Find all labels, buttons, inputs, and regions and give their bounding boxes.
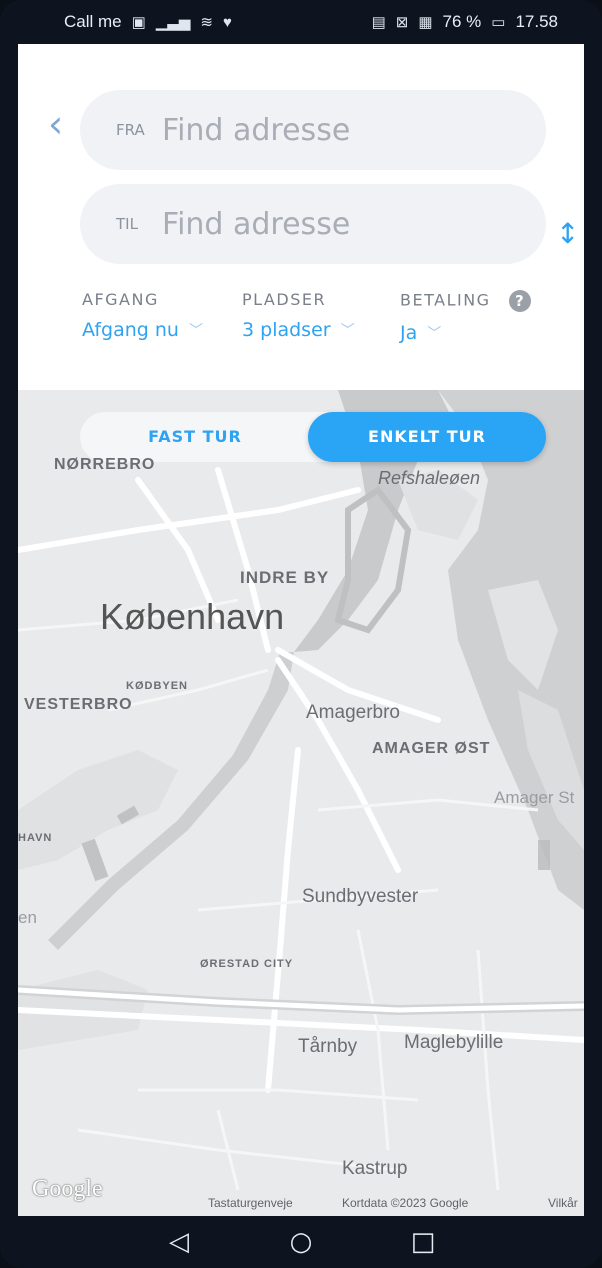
search-panel: ‹ FRA TIL ↕ AFGANG Afgang nu ﹀ [18, 44, 584, 390]
payment-label: BETALING [400, 290, 491, 310]
seats-option[interactable]: PLADSER 3 pladser ﹀ [242, 290, 355, 341]
departure-label: AFGANG [82, 290, 159, 309]
departure-option[interactable]: AFGANG Afgang nu ﹀ [82, 290, 203, 341]
chevron-down-icon: ﹀ [188, 323, 203, 339]
volte-icon: ▦ [418, 14, 433, 31]
back-chevron-icon[interactable]: ‹ [48, 104, 78, 144]
nav-recents-icon[interactable]: □ [408, 1227, 438, 1257]
trip-options: AFGANG Afgang nu ﹀ PLADSER 3 pladser ﹀ B… [82, 290, 552, 360]
nfc-icon: ▤ [371, 14, 386, 31]
payment-value[interactable]: Ja [400, 322, 417, 344]
map-label-norrebro: NØRREBRO [54, 456, 156, 473]
map-label-havn: HAVN [18, 832, 53, 844]
keyboard-shortcuts-link[interactable]: Tastaturgenveje [208, 1196, 293, 1210]
to-tag: TIL [116, 215, 138, 233]
map-label-kastrup: Kastrup [342, 1158, 408, 1179]
from-tag: FRA [116, 121, 145, 139]
battery-percent: 76 % [442, 12, 482, 31]
status-bar: Call me ▣ ▁▃▅ ≋ ♥ ▤ ⊠ ▦ 76 % ▭ 17.58 [18, 0, 584, 44]
wifi-icon: ≋ [200, 14, 213, 31]
swap-addresses-icon[interactable]: ↕ [556, 214, 579, 254]
from-address-field[interactable]: FRA [80, 90, 546, 170]
seats-value[interactable]: 3 pladser [242, 319, 331, 341]
map-label-indre-by: INDRE BY [240, 568, 330, 587]
map-data-attribution: Kortdata ©2023 Google [342, 1196, 469, 1210]
seats-label: PLADSER [242, 290, 327, 309]
tab-fast-tur[interactable]: FAST TUR [80, 412, 310, 462]
help-icon[interactable]: ? [509, 290, 532, 312]
map-label-kobenhavn: København [100, 596, 285, 637]
nav-back-icon[interactable]: ◁ [164, 1227, 194, 1257]
message-icon: ▣ [131, 14, 146, 31]
carrier-name: Call me [64, 12, 122, 31]
chevron-down-icon: ﹀ [427, 326, 442, 342]
map-label-en: en [18, 908, 37, 927]
system-nav-bar: ◁ ○ □ [18, 1216, 584, 1268]
map-label-maglebylille: Maglebylille [404, 1032, 504, 1053]
map-label-orestad-city: ØRESTAD CITY [200, 958, 294, 970]
chevron-down-icon: ﹀ [340, 323, 355, 339]
terms-link[interactable]: Vilkår [548, 1196, 578, 1210]
map-label-vesterbro: VESTERBRO [24, 696, 133, 713]
departure-value[interactable]: Afgang nu [82, 319, 179, 341]
google-logo: Google [32, 1176, 103, 1202]
app-screen: ‹ FRA TIL ↕ AFGANG Afgang nu ﹀ [18, 44, 584, 1216]
location-icon: ♥ [223, 13, 232, 31]
from-address-input[interactable] [162, 112, 502, 148]
battery-icon: ▭ [491, 14, 506, 31]
map-label-tarnby: Tårnby [298, 1036, 358, 1057]
trip-type-toggle: FAST TUR ENKELT TUR [80, 412, 546, 462]
clock: 17.58 [515, 12, 558, 31]
map-label-sundbyvester: Sundbyvester [302, 886, 419, 907]
map-label-amagerbro: Amagerbro [306, 702, 400, 723]
map-view[interactable]: FAST TUR ENKELT TUR NØRREBRO Refshaleøen… [18, 390, 584, 1216]
to-address-field[interactable]: TIL [80, 184, 546, 264]
map-label-refshaleoen: Refshaleøen [378, 468, 481, 488]
mute-icon: ⊠ [395, 14, 409, 31]
nav-home-icon[interactable]: ○ [286, 1227, 316, 1257]
phone-frame: Call me ▣ ▁▃▅ ≋ ♥ ▤ ⊠ ▦ 76 % ▭ 17.58 ‹ F… [0, 0, 602, 1268]
map-label-amager-ost: AMAGER ØST [372, 740, 491, 757]
signal-icon: ▁▃▅ [155, 14, 191, 31]
to-address-input[interactable] [162, 206, 502, 242]
map-label-amager-strand: Amager St [494, 788, 575, 807]
payment-option[interactable]: BETALING ? Ja ﹀ [400, 290, 532, 344]
map-label-kodbyen: KØDBYEN [126, 680, 189, 692]
tab-enkelt-tur[interactable]: ENKELT TUR [308, 412, 546, 462]
